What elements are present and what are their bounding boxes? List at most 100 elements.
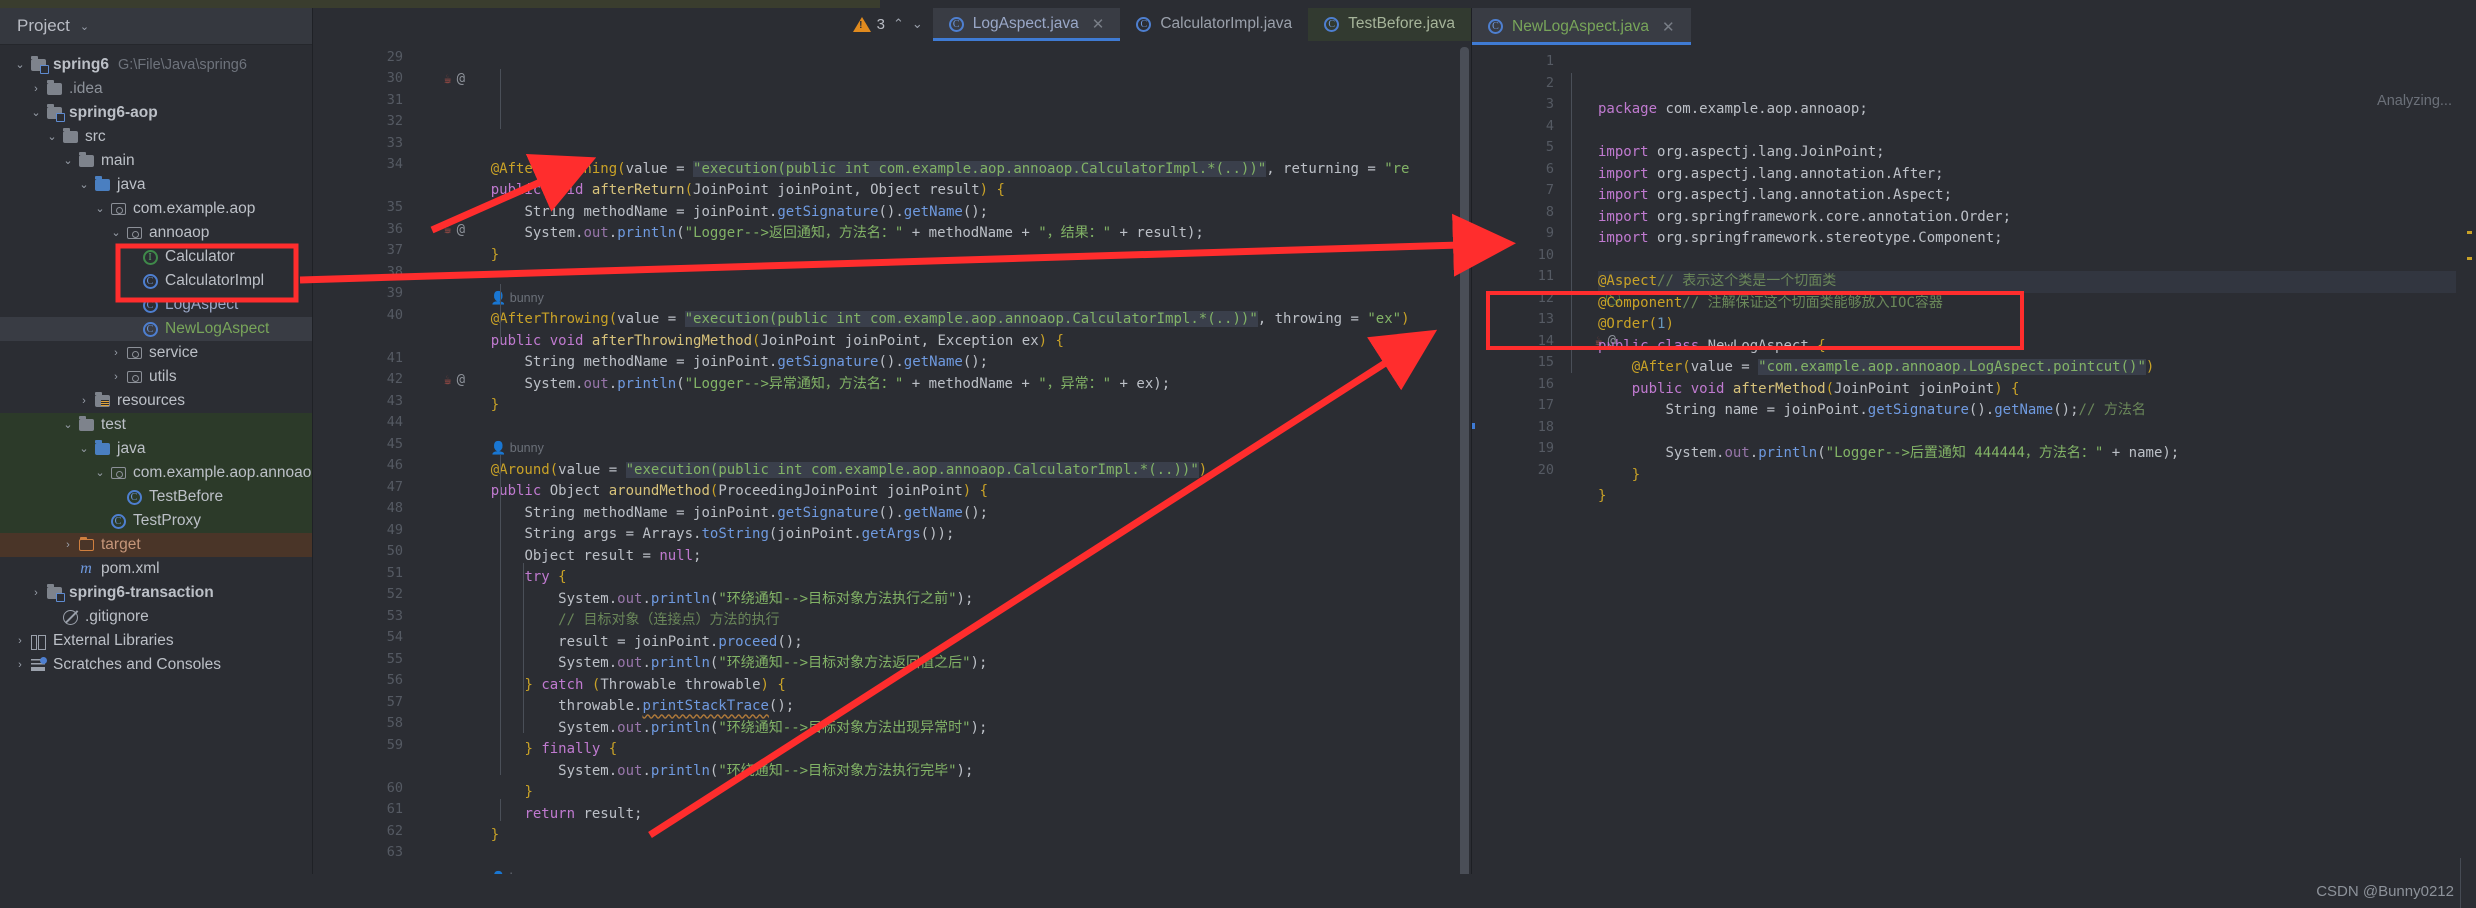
- code-line[interactable]: System.out.println("环绕通知-->目标对象方法出现异常时")…: [457, 718, 1471, 740]
- code-line[interactable]: 👤 bunny: [457, 438, 1471, 460]
- tree-item-calculator[interactable]: I Calculator: [0, 245, 312, 269]
- prev-problem-icon[interactable]: ⌃: [893, 16, 904, 32]
- chevron-down-icon[interactable]: ⌄: [108, 227, 124, 239]
- code-line[interactable]: @AfterThrowing(value = "execution(public…: [457, 309, 1471, 331]
- code-line[interactable]: @After(value = "com.example.aop.annoaop.…: [1598, 357, 2476, 379]
- code-line[interactable]: System.out.println("Logger-->后置通知 444444…: [1598, 443, 2476, 465]
- code-line[interactable]: [457, 417, 1471, 439]
- code-line[interactable]: }: [457, 825, 1471, 847]
- code-line[interactable]: @AfterReturning(value = "execution(publi…: [457, 159, 1471, 181]
- tree-item-spring6-aop[interactable]: ⌄ spring6-aop: [0, 101, 312, 125]
- code-line[interactable]: @Component// 注解保证这个切面类能够放入IOC容器: [1598, 293, 2476, 315]
- editor-scrollbar-left[interactable]: [1460, 46, 1469, 874]
- code-line[interactable]: @Around(value = "execution(public int co…: [457, 460, 1471, 482]
- code-line[interactable]: [1598, 121, 2476, 143]
- code-editor-left[interactable]: 29 30 ☕ @31 32 33 34 35 36 ☕ @37 38 39 40 41 42 ☕ @43 44 45…: [313, 40, 1471, 874]
- tree-item-service[interactable]: › service: [0, 341, 312, 365]
- editor-tabbar-right[interactable]: C NewLogAspect.java ✕: [1472, 8, 2476, 45]
- code-line[interactable]: } catch (Throwable throwable) {: [457, 675, 1471, 697]
- code-line[interactable]: [457, 847, 1471, 869]
- tree-item-com-example-aop-annoaop[interactable]: ⌄ com.example.aop.annoaop: [0, 461, 312, 485]
- chevron-down-icon[interactable]: ⌄: [28, 107, 44, 119]
- code-line[interactable]: import org.springframework.core.annotati…: [1598, 207, 2476, 229]
- code-line[interactable]: import org.springframework.stereotype.Co…: [1598, 228, 2476, 250]
- tree-item--idea[interactable]: › .idea: [0, 77, 312, 101]
- code-line[interactable]: @Aspect// 表示这个类是一个切面类: [1598, 271, 2476, 293]
- chevron-down-icon[interactable]: ⌄: [76, 443, 92, 455]
- close-icon[interactable]: ✕: [1092, 15, 1105, 33]
- chevron-right-icon[interactable]: ›: [60, 539, 76, 551]
- chevron-right-icon[interactable]: ›: [76, 395, 92, 407]
- tree-item-resources[interactable]: › resources: [0, 389, 312, 413]
- editor-tab-testbefore[interactable]: C TestBefore.java: [1308, 8, 1471, 41]
- code-line[interactable]: // 目标对象（连接点）方法的执行: [457, 610, 1471, 632]
- tree-item-scratches-and-consoles[interactable]: › Scratches and Consoles: [0, 653, 312, 677]
- project-tree[interactable]: ⌄ spring6 G:\File\Java\spring6 › .idea ⌄ sprin…: [0, 45, 312, 874]
- chevron-down-icon[interactable]: ⌄: [12, 59, 28, 71]
- tree-item-java[interactable]: ⌄ java: [0, 437, 312, 461]
- code-line[interactable]: String methodName = joinPoint.getSignatu…: [457, 503, 1471, 525]
- warning-badge[interactable]: 3: [852, 16, 885, 33]
- code-content-left[interactable]: @AfterReturning(value = "execution(publi…: [413, 41, 1471, 874]
- chevron-down-icon[interactable]: ⌄: [80, 20, 89, 33]
- editor-tabbar-left[interactable]: 3 ⌃ ⌄ C LogAspect.java ✕ C CalculatorImpl.ja…: [313, 8, 1471, 41]
- editor-marker-column-left[interactable]: [1451, 40, 1471, 874]
- code-line[interactable]: System.out.println("环绕通知-->目标对象方法返回值之后")…: [457, 653, 1471, 675]
- code-line[interactable]: public Object aroundMethod(ProceedingJoi…: [457, 481, 1471, 503]
- code-line[interactable]: import org.aspectj.lang.annotation.Aspec…: [1598, 185, 2476, 207]
- code-line[interactable]: System.out.println("Logger-->异常通知，方法名：" …: [457, 374, 1471, 396]
- code-line[interactable]: }: [1598, 486, 2476, 508]
- code-line[interactable]: 👤 bunny: [457, 288, 1471, 310]
- code-line[interactable]: try {: [457, 567, 1471, 589]
- chevron-right-icon[interactable]: ›: [12, 635, 28, 647]
- code-line[interactable]: [1598, 250, 2476, 272]
- chevron-right-icon[interactable]: ›: [28, 83, 44, 95]
- chevron-right-icon[interactable]: ›: [28, 587, 44, 599]
- code-line[interactable]: throwable.printStackTrace();: [457, 696, 1471, 718]
- tree-item-newlogaspect[interactable]: C NewLogAspect: [0, 317, 312, 341]
- code-line[interactable]: }: [457, 245, 1471, 267]
- code-line[interactable]: String methodName = joinPoint.getSignatu…: [457, 352, 1471, 374]
- tree-item-calculatorimpl[interactable]: C CalculatorImpl: [0, 269, 312, 293]
- line-number-gutter-left[interactable]: 29 30 ☕ @31 32 33 34 35 36 ☕ @37 38 39 40 41 42 ☕ @43 44 45…: [313, 41, 465, 874]
- editor-tab-logaspect[interactable]: C LogAspect.java ✕: [932, 8, 1121, 41]
- tree-item-test[interactable]: ⌄ test: [0, 413, 312, 437]
- code-line[interactable]: package com.example.aop.annoaop;: [1598, 99, 2476, 121]
- tree-item-testbefore[interactable]: C TestBefore: [0, 485, 312, 509]
- chevron-down-icon[interactable]: ⌄: [60, 155, 76, 167]
- chevron-down-icon[interactable]: ⌄: [44, 131, 60, 143]
- tree-item--gitignore[interactable]: .gitignore: [0, 605, 312, 629]
- code-line[interactable]: public void afterReturn(JoinPoint joinPo…: [457, 180, 1471, 202]
- chevron-right-icon[interactable]: ›: [12, 659, 28, 671]
- code-line[interactable]: System.out.println("Logger-->返回通知，方法名：" …: [457, 223, 1471, 245]
- chevron-down-icon[interactable]: ⌄: [76, 179, 92, 191]
- code-line[interactable]: String methodName = joinPoint.getSignatu…: [457, 202, 1471, 224]
- editor-marker-column-right[interactable]: [2456, 45, 2476, 874]
- tree-item-testproxy[interactable]: C TestProxy: [0, 509, 312, 533]
- editor-tab-newlogaspect[interactable]: C NewLogAspect.java ✕: [1472, 8, 1691, 45]
- code-line[interactable]: @Order(1): [1598, 314, 2476, 336]
- code-line[interactable]: public class NewLogAspect {: [1598, 336, 2476, 358]
- tree-item-spring6[interactable]: ⌄ spring6 G:\File\Java\spring6: [0, 53, 312, 77]
- close-icon[interactable]: ✕: [1662, 18, 1675, 36]
- code-line[interactable]: String args = Arrays.toString(joinPoint.…: [457, 524, 1471, 546]
- chevron-down-icon[interactable]: ⌄: [60, 419, 76, 431]
- tree-item-java[interactable]: ⌄ java: [0, 173, 312, 197]
- chevron-down-icon[interactable]: ⌄: [92, 467, 108, 479]
- code-line[interactable]: 👤 bunny: [457, 868, 1471, 874]
- chevron-right-icon[interactable]: ›: [108, 347, 124, 359]
- line-number-gutter-right[interactable]: 1 2 3 4 5 6 7 8 9 10 11 12⃠ 13 14☕@15 16 17 18 19 20: [1472, 45, 1616, 874]
- code-line[interactable]: String name = joinPoint.getSignature().g…: [1598, 400, 2476, 422]
- editor-tab-calculatorimpl[interactable]: C CalculatorImpl.java: [1120, 8, 1309, 41]
- code-line[interactable]: }: [1598, 465, 2476, 487]
- code-line[interactable]: System.out.println("环绕通知-->目标对象方法执行之前");: [457, 589, 1471, 611]
- tree-item-logaspect[interactable]: C LogAspect: [0, 293, 312, 317]
- code-line[interactable]: }: [457, 782, 1471, 804]
- tree-item-utils[interactable]: › utils: [0, 365, 312, 389]
- tree-item-target[interactable]: › target: [0, 533, 312, 557]
- code-line[interactable]: [1598, 508, 2476, 530]
- tree-item-com-example-aop[interactable]: ⌄ com.example.aop: [0, 197, 312, 221]
- editor-inspection-widget[interactable]: 3 ⌃ ⌄: [852, 8, 933, 41]
- tree-item-pom-xml[interactable]: m pom.xml: [0, 557, 312, 581]
- code-line[interactable]: System.out.println("环绕通知-->目标对象方法执行完毕");: [457, 761, 1471, 783]
